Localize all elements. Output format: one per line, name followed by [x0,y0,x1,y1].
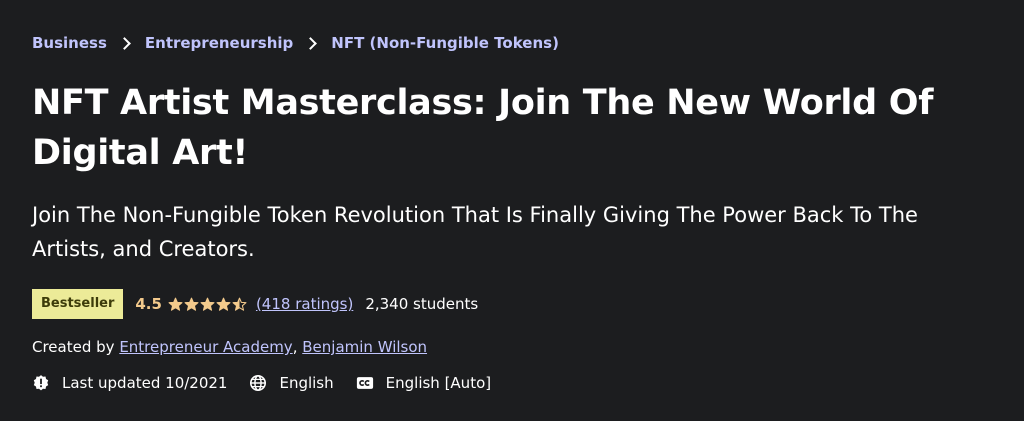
star-half-icon [232,297,247,311]
bestseller-badge: Bestseller [32,289,124,319]
course-meta: Last updated 10/2021 English English [Au… [32,372,513,394]
star-full-icon [168,297,183,311]
course-title: NFT Artist Masterclass: Join The New Wor… [32,83,934,173]
creator-separator: , [292,338,298,356]
globe-icon [250,374,267,392]
alert-badge-icon [33,375,49,391]
created-by-label: Created by [32,338,115,356]
students-count: 2,340 students [365,295,479,313]
ratings-count-link[interactable]: (418 ratings) [256,295,353,313]
course-header: Business Entrepreneurship NFT (Non-Fungi… [0,0,1024,421]
created-by: Created by Entrepreneur Academy, Benjami… [32,336,427,358]
star-full-icon [184,297,199,311]
language-text: English [279,374,334,392]
chevron-right-icon [118,36,131,50]
course-captions: English [Auto] [356,372,491,394]
rating-row: Bestseller 4.5 (418 ratings) 2,340 stude… [32,288,478,320]
closed-captions-icon [356,377,373,389]
star-full-icon [216,297,231,311]
captions-text: English [Auto] [385,374,492,392]
chevron-right-icon [304,36,318,50]
instructor-link-benjamin-wilson[interactable]: Benjamin Wilson [302,338,427,356]
rating-value: 4.5 [135,295,162,313]
breadcrumb: Business Entrepreneurship NFT (Non-Fungi… [32,32,559,54]
last-updated: Last updated 10/2021 [32,372,227,394]
breadcrumb-item-nft[interactable]: NFT (Non-Fungible Tokens) [331,32,559,54]
course-subtitle: Join The Non-Fungible Token Revolution T… [32,203,918,261]
breadcrumb-item-business[interactable]: Business [32,32,107,54]
breadcrumb-item-entrepreneurship[interactable]: Entrepreneurship [145,32,293,54]
instructor-link-entrepreneur-academy[interactable]: Entrepreneur Academy [119,338,292,356]
star-rating [168,297,248,312]
last-updated-text: Last updated 10/2021 [62,374,228,392]
star-full-icon [200,297,215,311]
course-language: English [249,372,334,394]
